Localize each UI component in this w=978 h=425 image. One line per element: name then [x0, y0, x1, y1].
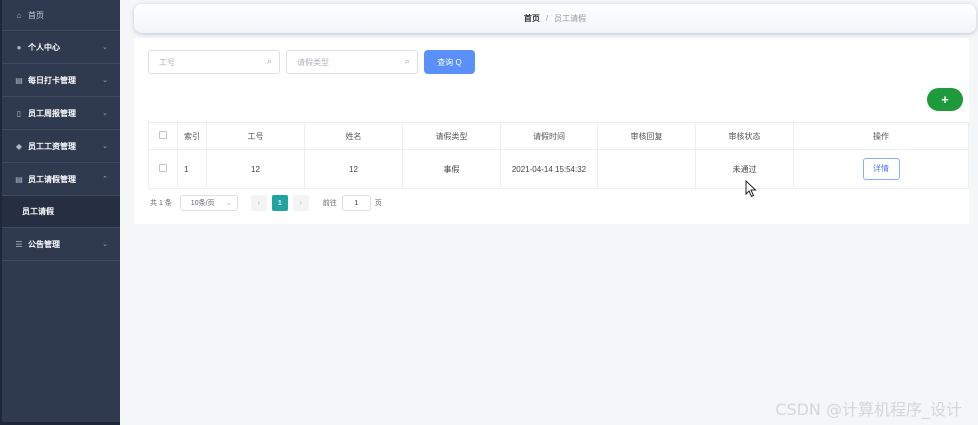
cell-leave-time: 2021-04-14 15:54:32	[500, 149, 598, 189]
page-size-value: 10条/页	[190, 200, 215, 207]
chevron-down-icon: ⌄	[225, 200, 232, 207]
goto-page-input[interactable]: 1	[341, 195, 371, 211]
sliders-icon: ☰	[15, 239, 23, 249]
list-icon: ▤	[15, 75, 23, 85]
sidebar-item-personal-center[interactable]: ● 个人中心 ⌄	[2, 31, 120, 64]
column-header-leave-time: 请假时间	[500, 122, 598, 150]
sidebar-subitem-label: 员工请假	[22, 207, 54, 216]
chevron-down-icon: ⌄	[102, 44, 108, 51]
pagination-total: 共 1 条	[150, 200, 172, 207]
detail-button[interactable]: 详情	[862, 158, 900, 180]
chevron-up-icon: ⌃	[102, 176, 108, 183]
column-header-action: 操作	[793, 122, 969, 150]
sidebar-item-label: 首页	[28, 10, 44, 20]
employee-id-input[interactable]: 工号 ⌕	[148, 50, 280, 74]
chevron-down-icon: ⌄	[102, 77, 108, 84]
user-icon: ●	[16, 42, 22, 52]
sidebar-item-label: 公告管理	[28, 239, 60, 249]
row-select-cell	[148, 149, 178, 189]
breadcrumb-separator: /	[545, 14, 549, 23]
column-header-reply: 审核回复	[597, 122, 696, 150]
page-size-select[interactable]: 10条/页 ⌄	[179, 195, 238, 211]
sidebar-item-leave[interactable]: ▤ 员工请假管理 ⌃	[2, 163, 120, 196]
search-icon: ⌕	[404, 56, 410, 66]
main-content: 首页 / 员工请假 工号 ⌕ 请假类型 ⌕ 查询 Q + 索引 工号 姓名 请假…	[120, 0, 978, 425]
next-page-button[interactable]: ›	[292, 195, 309, 211]
sidebar-item-label: 每日打卡管理	[28, 75, 76, 85]
goto-label: 前往	[322, 200, 337, 207]
row-checkbox[interactable]	[159, 164, 167, 172]
leave-type-input[interactable]: 请假类型 ⌕	[286, 50, 418, 74]
column-header-status: 审核状态	[695, 122, 794, 150]
breadcrumb: 首页 / 员工请假	[134, 4, 976, 33]
cell-employee-id: 12	[206, 149, 305, 189]
sidebar-item-label: 员工请假管理	[28, 174, 76, 184]
phone-icon: ▯	[16, 108, 22, 118]
cell-reply	[597, 149, 696, 189]
cell-index: 1	[177, 149, 207, 189]
add-button[interactable]: +	[927, 88, 963, 111]
cell-leave-type: 事假	[402, 149, 501, 189]
page-number-button[interactable]: 1	[271, 195, 288, 211]
sidebar-subitem-employee-leave[interactable]: 员工请假	[2, 196, 120, 228]
chevron-down-icon: ⌄	[102, 143, 108, 150]
cell-action: 详情	[793, 149, 969, 189]
table-header-row: 索引 工号 姓名 请假类型 请假时间 审核回复 审核状态 操作	[148, 122, 969, 150]
sidebar-item-label: 员工工资管理	[28, 141, 76, 151]
column-header-index: 索引	[177, 122, 207, 150]
breadcrumb-home[interactable]: 首页	[524, 13, 540, 24]
pin-icon: ◆	[15, 141, 23, 151]
sidebar-item-weekly-report[interactable]: ▯ 员工周报管理 ⌄	[2, 97, 120, 130]
table-row: 1 12 12 事假 2021-04-14 15:54:32 未通过 详情	[148, 149, 969, 189]
sidebar-item-label: 员工周报管理	[28, 108, 76, 118]
chevron-down-icon: ⌄	[102, 241, 108, 248]
cell-name: 12	[304, 149, 403, 189]
select-all-checkbox[interactable]	[159, 131, 167, 139]
sidebar: ⌂ 首页 ● 个人中心 ⌄ ▤ 每日打卡管理 ⌄ ▯ 员工周报管理 ⌄ ◆ 员工…	[0, 0, 120, 425]
leave-table: 索引 工号 姓名 请假类型 请假时间 审核回复 审核状态 操作 1 12 12 …	[148, 122, 969, 189]
query-button[interactable]: 查询 Q	[424, 50, 475, 74]
sidebar-item-daily-checkin[interactable]: ▤ 每日打卡管理 ⌄	[2, 64, 120, 97]
column-header-employee-id: 工号	[206, 122, 305, 150]
breadcrumb-current: 员工请假	[554, 14, 587, 23]
sidebar-item-salary[interactable]: ◆ 员工工资管理 ⌄	[2, 130, 120, 163]
content-card: 工号 ⌕ 请假类型 ⌕ 查询 Q + 索引 工号 姓名 请假类型 请假时间 审核…	[134, 38, 969, 224]
prev-page-button[interactable]: ‹	[250, 195, 267, 211]
leave-type-placeholder: 请假类型	[297, 57, 329, 67]
employee-id-placeholder: 工号	[159, 57, 175, 67]
column-header-leave-type: 请假类型	[402, 122, 501, 150]
chevron-down-icon: ⌄	[102, 110, 108, 117]
search-icon: ⌕	[266, 56, 272, 66]
list-icon: ▤	[15, 174, 23, 184]
pagination: 共 1 条 10条/页 ⌄ ‹ 1 › 前往 1 页	[150, 195, 382, 211]
sidebar-item-label: 个人中心	[28, 42, 60, 52]
column-header-name: 姓名	[304, 122, 403, 150]
home-icon: ⌂	[16, 10, 22, 20]
sidebar-item-announcement[interactable]: ☰ 公告管理 ⌄	[2, 228, 120, 261]
select-all-cell	[148, 122, 178, 150]
watermark: CSDN @计算机程序_设计	[775, 400, 962, 419]
sidebar-item-home[interactable]: ⌂ 首页	[2, 0, 120, 31]
goto-suffix: 页	[374, 200, 382, 207]
mouse-cursor-icon	[745, 180, 757, 198]
